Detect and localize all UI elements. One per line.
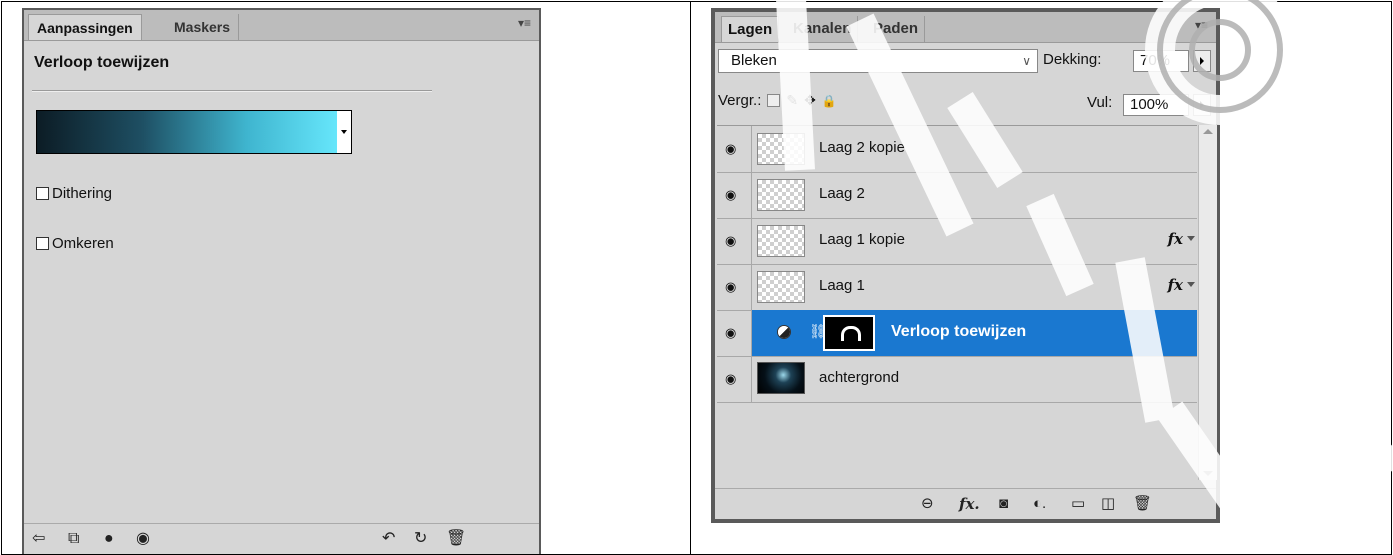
clip-layer-icon[interactable]: ● [104, 530, 114, 548]
opacity-label: Dekking: [1043, 51, 1102, 68]
layer-thumbnail [757, 179, 805, 211]
chevron-down-icon: ∨ [1022, 54, 1031, 68]
layer-name: Laag 2 kopie [819, 139, 905, 156]
lock-transparency-icon[interactable] [767, 94, 781, 107]
layers-tabbar: Lagen Kanalen Paden ▾≡ [715, 12, 1216, 43]
layer-row-selected[interactable]: ◉ ⛓ Verloop toewijzen [717, 310, 1197, 357]
eye-icon[interactable]: ◉ [136, 530, 150, 548]
back-arrow-icon[interactable]: ⇦ [32, 530, 45, 548]
adjustments-panel: Aanpassingen Maskers ▾≡ Verloop toewijze… [22, 8, 541, 554]
omkeren-checkbox[interactable] [36, 237, 49, 250]
fill-label: Vul: [1087, 94, 1113, 111]
lock-row: Vergr.: ✎ ✥ 🔒 [718, 92, 837, 109]
trash-icon[interactable]: 🗑 [446, 530, 466, 548]
scroll-down-icon[interactable] [1203, 471, 1213, 476]
layer-name: Verloop toewijzen [891, 323, 1027, 340]
layer-name: Laag 1 [819, 277, 865, 294]
adjustments-footer: ⇦ ⧉ ● ◉ ↶ ↻ 🗑 [24, 523, 539, 554]
fx-badge[interactable]: fx [1168, 230, 1183, 248]
adjustment-layer-icon [777, 325, 791, 339]
layer-thumbnail [757, 133, 805, 165]
expand-view-icon[interactable]: ⧉ [68, 530, 79, 548]
layer-row[interactable]: ◉ Laag 2 [717, 172, 1197, 219]
mask-thumbnail[interactable] [823, 315, 875, 351]
tab-lagen[interactable]: Lagen [721, 16, 780, 42]
layers-footer: ⊖ fx. ◙ ◐. ▭ ◫ 🗑 [715, 488, 1216, 519]
visibility-toggle[interactable]: ◉ [717, 172, 752, 218]
layers-scrollbar[interactable] [1198, 125, 1217, 480]
blend-mode-value: Bleken [731, 52, 777, 69]
layer-row[interactable]: ◉ Laag 1 fx [717, 264, 1197, 311]
dithering-checkbox[interactable] [36, 187, 49, 200]
tab-kanalen[interactable]: Kanalen [787, 16, 859, 42]
layer-row[interactable]: ◉ achtergrond [717, 356, 1197, 403]
lock-label: Vergr.: [718, 92, 762, 109]
visibility-toggle[interactable]: ◉ [717, 310, 752, 356]
eye-icon: ◉ [725, 233, 737, 248]
adjustments-tabbar: Aanpassingen Maskers ▾≡ [24, 10, 539, 41]
new-layer-icon[interactable]: ◫ [1101, 495, 1115, 513]
layer-name: achtergrond [819, 369, 900, 386]
layer-name: Laag 1 kopie [819, 231, 905, 248]
dithering-label: Dithering [52, 185, 113, 202]
omkeren-label: Omkeren [52, 235, 114, 252]
adjustment-title: Verloop toewijzen [34, 54, 170, 71]
visibility-toggle[interactable]: ◉ [717, 218, 752, 264]
tab-paden[interactable]: Paden [867, 16, 926, 42]
tab-aanpassingen[interactable]: Aanpassingen [28, 14, 142, 40]
layer-name: Laag 2 [819, 185, 865, 202]
chevron-down-icon[interactable] [1187, 282, 1195, 287]
visibility-toggle[interactable]: ◉ [717, 356, 752, 402]
blend-mode-select[interactable]: Bleken ∨ [718, 49, 1038, 73]
layer-row[interactable]: ◉ Laag 2 kopie [717, 126, 1197, 173]
previous-state-icon[interactable]: ↶ [382, 530, 395, 548]
panel-menu-icon[interactable]: ▾≡ [1195, 18, 1208, 32]
adjustment-icon[interactable]: ◐. [1033, 495, 1046, 513]
dithering-option[interactable]: Dithering [36, 185, 112, 202]
fx-badge[interactable]: fx [1168, 276, 1183, 294]
panel-menu-icon[interactable]: ▾≡ [518, 16, 531, 30]
lock-brush-icon[interactable]: ✎ [786, 92, 798, 109]
reset-icon[interactable]: ↻ [414, 530, 427, 548]
layers-panel: Lagen Kanalen Paden ▾≡ Bleken ∨ Dekking:… [711, 8, 1220, 523]
lock-move-icon[interactable]: ✥ [804, 92, 816, 109]
layers-list: ◉ Laag 2 kopie ◉ Laag 2 ◉ Laag 1 kopie f… [717, 125, 1197, 481]
scroll-up-icon[interactable] [1203, 129, 1213, 134]
layer-thumbnail [757, 271, 805, 303]
eye-icon: ◉ [725, 141, 737, 156]
gradient-preview[interactable] [36, 110, 338, 154]
visibility-toggle[interactable]: ◉ [717, 264, 752, 310]
fill-slider-button[interactable] [1193, 94, 1211, 116]
link-icon[interactable]: ⊖ [921, 495, 934, 513]
opacity-field[interactable]: 70% [1133, 50, 1189, 72]
lock-all-icon[interactable]: 🔒 [822, 94, 837, 108]
gradient-dropdown-button[interactable] [337, 110, 352, 154]
fill-field[interactable]: 100% [1123, 94, 1189, 116]
mask-icon[interactable]: ◙ [999, 495, 1008, 513]
eye-icon: ◉ [725, 371, 737, 386]
eye-icon: ◉ [725, 279, 737, 294]
tab-maskers[interactable]: Maskers [166, 14, 240, 40]
chevron-down-icon[interactable] [1187, 236, 1195, 241]
omkeren-option[interactable]: Omkeren [36, 235, 114, 252]
trash-icon[interactable]: 🗑 [1133, 495, 1152, 513]
opacity-slider-button[interactable] [1193, 50, 1211, 72]
eye-icon: ◉ [725, 187, 737, 202]
layer-thumbnail [757, 225, 805, 257]
fx-icon[interactable]: fx. [959, 495, 980, 513]
visibility-toggle[interactable]: ◉ [717, 126, 752, 172]
background-thumbnail [757, 362, 805, 394]
layer-row[interactable]: ◉ Laag 1 kopie fx [717, 218, 1197, 265]
eye-icon: ◉ [725, 325, 737, 340]
folder-icon[interactable]: ▭ [1071, 495, 1085, 513]
divider [32, 90, 432, 92]
